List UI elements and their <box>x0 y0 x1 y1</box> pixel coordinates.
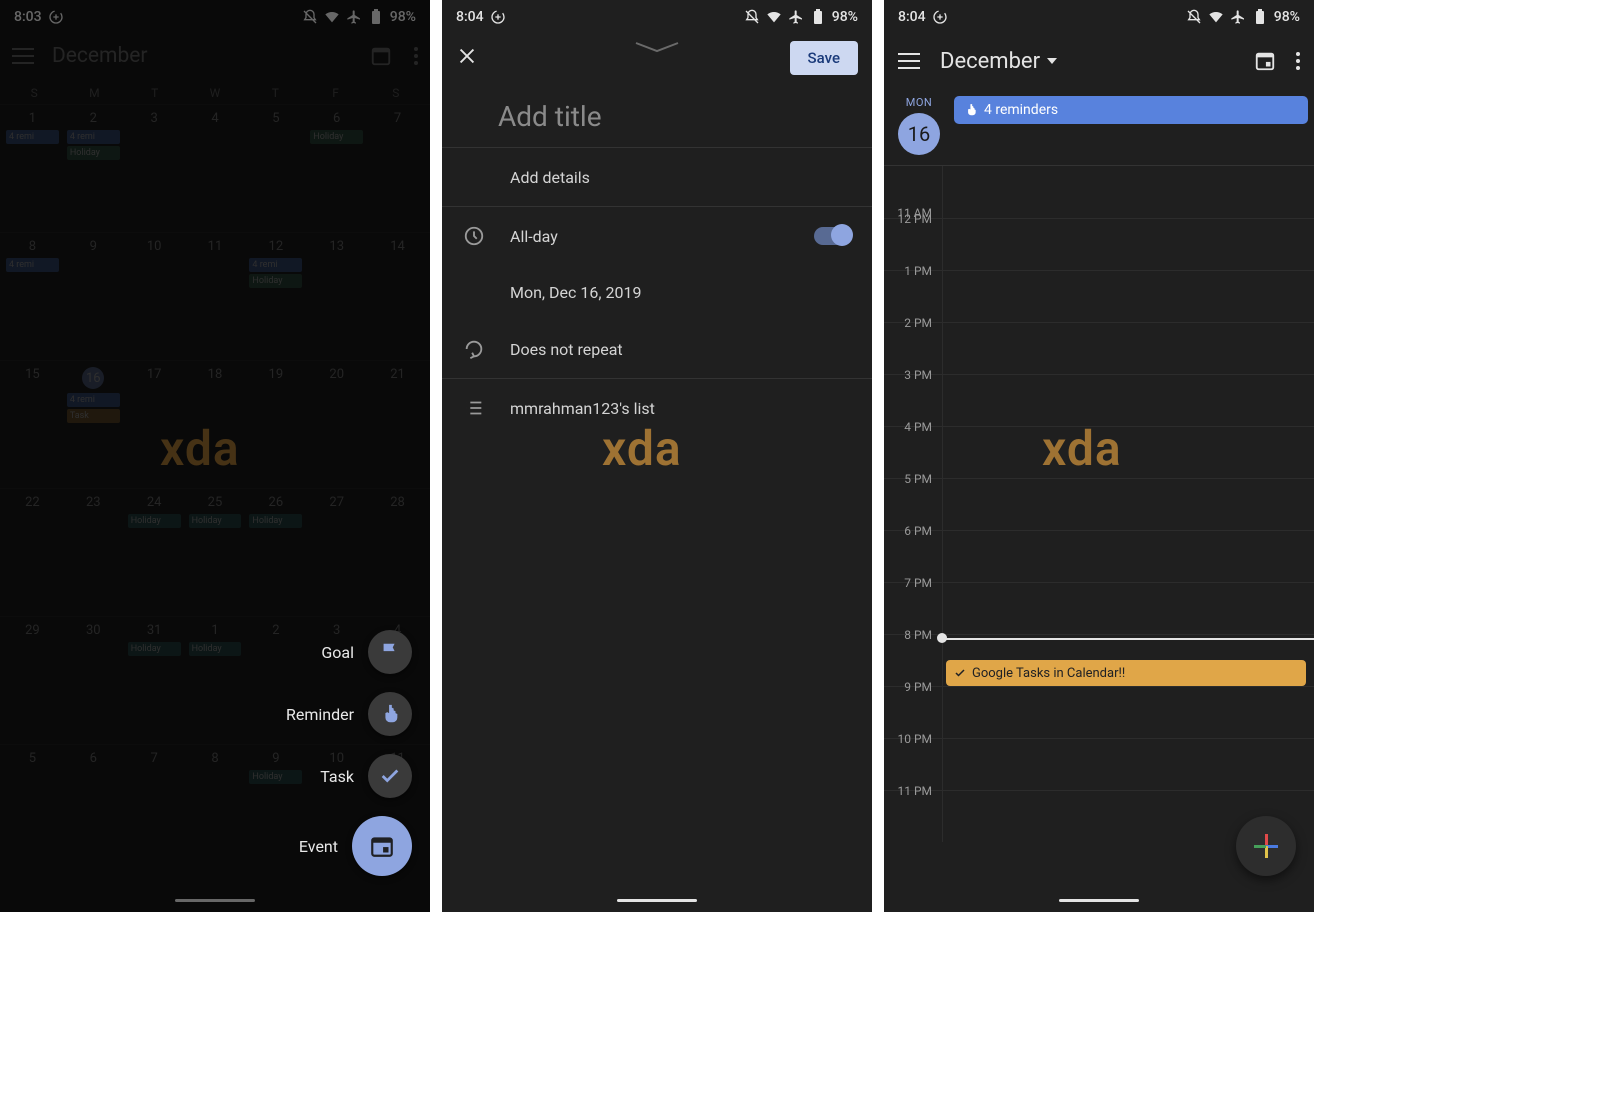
hour-label: 7 PM <box>884 576 942 627</box>
reminder-button[interactable] <box>368 692 412 736</box>
fab-create-button[interactable] <box>1236 816 1296 876</box>
dnd-icon <box>1186 9 1202 25</box>
list-text: mmrahman123's list <box>510 399 852 418</box>
drag-handle-icon[interactable] <box>634 40 680 59</box>
close-icon <box>456 45 478 67</box>
data-saver-icon <box>490 9 506 25</box>
flag-icon <box>379 641 401 663</box>
event-label: Event <box>299 837 338 856</box>
hour-label: 8 PM <box>884 628 942 679</box>
repeat-row[interactable]: Does not repeat <box>442 320 872 378</box>
task-event-text: Google Tasks in Calendar!! <box>972 666 1125 681</box>
task-label: Task <box>320 767 354 786</box>
details-row[interactable]: Add details <box>442 148 872 206</box>
phone-month-screenshot: 8:03 98% December SMTWTFS 14 remi 2 <box>0 0 430 912</box>
all-day-label: All-day <box>510 227 790 246</box>
reminders-chip[interactable]: 4 reminders <box>954 96 1308 124</box>
details-label: Add details <box>510 168 852 187</box>
calendar-icon <box>369 833 395 859</box>
goal-label: Goal <box>321 643 354 662</box>
data-saver-icon <box>932 9 948 25</box>
check-icon <box>379 765 401 787</box>
plus-icon <box>1254 834 1278 858</box>
status-bar: 8:04 98% <box>884 0 1314 34</box>
wifi-icon <box>1208 9 1224 25</box>
reminders-text: 4 reminders <box>984 102 1058 118</box>
hour-label: 3 PM <box>884 368 942 419</box>
list-icon <box>463 397 485 419</box>
date-column[interactable]: MON 16 <box>890 96 948 155</box>
speed-dial: Goal Reminder Task Event <box>286 630 412 876</box>
menu-button[interactable] <box>898 53 920 69</box>
hours-grid[interactable]: 11 AM 12 PM 1 PM 2 PM 3 PM 4 PM 5 PM 6 P… <box>884 166 1314 844</box>
now-indicator <box>942 638 1314 640</box>
task-button[interactable] <box>368 754 412 798</box>
all-day-toggle[interactable] <box>814 227 852 245</box>
repeat-text: Does not repeat <box>510 340 852 359</box>
more-button[interactable] <box>1296 52 1300 70</box>
list-row[interactable]: mmrahman123's list <box>442 379 872 437</box>
nav-bar[interactable] <box>442 892 872 908</box>
airplane-icon <box>788 9 804 25</box>
battery-icon <box>1252 9 1268 25</box>
wifi-icon <box>766 9 782 25</box>
hour-label: 10 PM <box>884 732 942 783</box>
now-indicator-dot <box>937 633 947 643</box>
clock-icon <box>463 225 485 247</box>
title-input[interactable]: Add title <box>442 82 872 147</box>
date-text: Mon, Dec 16, 2019 <box>510 283 852 302</box>
hour-label: 6 PM <box>884 524 942 575</box>
nav-bar[interactable] <box>884 892 1314 908</box>
dnd-icon <box>744 9 760 25</box>
hour-label: 9 PM <box>884 680 942 731</box>
status-time: 8:04 <box>456 9 484 25</box>
check-icon <box>954 667 966 679</box>
goal-button[interactable] <box>368 630 412 674</box>
battery-icon <box>810 9 826 25</box>
notes-icon <box>463 166 485 188</box>
hour-label: 2 PM <box>884 316 942 367</box>
today-calendar-icon[interactable] <box>1254 50 1276 72</box>
hour-label: 1 PM <box>884 264 942 315</box>
hour-label: 11 PM <box>884 784 942 835</box>
repeat-icon <box>463 338 485 360</box>
status-time: 8:04 <box>898 9 926 25</box>
status-bar: 8:04 98% <box>442 0 872 34</box>
task-event[interactable]: Google Tasks in Calendar!! <box>946 660 1306 686</box>
phone-day-screenshot: 8:04 98% December MON 16 4 reminders <box>884 0 1314 912</box>
battery-percent: 98% <box>832 9 858 25</box>
day-number: 16 <box>898 113 940 155</box>
all-day-area: MON 16 4 reminders <box>884 88 1314 166</box>
event-button[interactable] <box>352 816 412 876</box>
date-row[interactable]: Mon, Dec 16, 2019 <box>442 265 872 320</box>
reminder-label: Reminder <box>286 705 354 724</box>
hour-label: 5 PM <box>884 472 942 523</box>
chevron-down-icon <box>1046 55 1058 67</box>
save-button[interactable]: Save <box>790 41 858 75</box>
finger-tap-icon <box>379 703 401 725</box>
app-header: December <box>884 34 1314 88</box>
all-day-row: All-day <box>442 207 872 265</box>
hour-label: 4 PM <box>884 420 942 471</box>
weekday-label: MON <box>906 96 933 109</box>
phone-add-task-screenshot: 8:04 98% Save Add title Add details All-… <box>442 0 872 912</box>
hour-label: 12 PM <box>884 212 942 263</box>
airplane-icon <box>1230 9 1246 25</box>
month-dropdown[interactable]: December <box>940 49 1058 74</box>
reminder-icon <box>964 103 978 117</box>
close-button[interactable] <box>456 45 478 71</box>
battery-percent: 98% <box>1274 9 1300 25</box>
